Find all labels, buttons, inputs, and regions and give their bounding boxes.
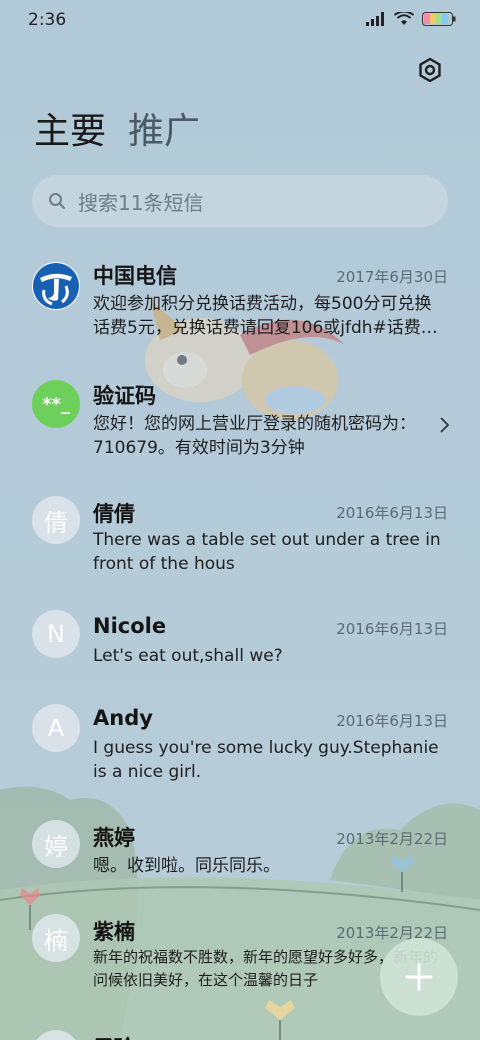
sender-name: Nicole: [93, 614, 167, 638]
avatar: 倩: [32, 496, 80, 544]
message-date: 2016年6月13日: [336, 712, 448, 730]
message-item[interactable]: 子玲: [0, 1024, 480, 1040]
search-placeholder: 搜索11条短信: [78, 190, 204, 215]
search-input[interactable]: 搜索11条短信: [32, 175, 448, 227]
tab-main[interactable]: 主要: [34, 108, 106, 156]
wifi-icon: [394, 12, 414, 25]
avatar: 婷: [32, 820, 80, 868]
message-item[interactable]: **_ 验证码 您好！您的网上营业厅登录的随机密码为：710679。有效时间为3…: [0, 376, 480, 476]
avatar: A: [32, 704, 80, 752]
china-telecom-logo-icon: [33, 263, 79, 309]
message-item[interactable]: 婷 燕婷 2013年2月22日 嗯。收到啦。同乐同乐。: [0, 820, 480, 890]
gear-icon: [419, 57, 441, 83]
tab-promotion[interactable]: 推广: [128, 108, 200, 156]
plus-icon: [405, 963, 433, 991]
message-preview: 欢迎参加积分兑换话费活动，每500分可兑换话费5元，兑换话费请回复106或jfd…: [93, 294, 438, 338]
sender-name: 燕婷: [93, 826, 135, 850]
message-item[interactable]: N Nicole 2016年6月13日 Let's eat out,shall …: [0, 610, 480, 680]
settings-button[interactable]: [414, 54, 446, 86]
avatar: N: [32, 610, 80, 658]
battery-icon: [422, 12, 456, 26]
verification-code-avatar: **_: [32, 380, 80, 428]
sender-name: 紫楠: [93, 920, 135, 944]
message-preview: Let's eat out,shall we?: [93, 646, 283, 666]
new-message-button[interactable]: [380, 938, 458, 1016]
status-time: 2:36: [28, 10, 67, 30]
search-icon: [49, 193, 65, 209]
message-preview: I guess you're some lucky guy.Stephanie …: [93, 738, 439, 782]
sender-name: 倩倩: [93, 502, 135, 526]
status-bar: 2:36: [0, 0, 480, 44]
sender-name: 子玲: [93, 1032, 135, 1040]
message-date: 2016年6月13日: [336, 620, 448, 638]
screen: 2:36 主要 推广 搜索11条短信 中国电信 2017年6月30日 欢迎参加积…: [0, 0, 480, 1040]
message-item[interactable]: A Andy 2016年6月13日 I guess you're some lu…: [0, 704, 480, 794]
sender-name: Andy: [93, 706, 153, 730]
message-preview: 嗯。收到啦。同乐同乐。: [93, 856, 280, 876]
message-preview: There was a table set out under a tree i…: [93, 530, 441, 574]
message-item[interactable]: 倩 倩倩 2016年6月13日 There was a table set ou…: [0, 496, 480, 586]
avatar: [32, 262, 80, 310]
sender-name: 验证码: [93, 384, 156, 408]
message-preview: 您好！您的网上营业厅登录的随机密码为：710679。有效时间为3分钟: [93, 414, 416, 458]
message-date: 2017年6月30日: [336, 268, 448, 286]
avatar: [32, 1030, 80, 1040]
message-item[interactable]: 中国电信 2017年6月30日 欢迎参加积分兑换话费活动，每500分可兑换话费5…: [0, 260, 480, 360]
message-date: 2016年6月13日: [336, 504, 448, 522]
signal-icon: [366, 12, 384, 26]
tab-bar: 主要 推广: [34, 108, 200, 156]
avatar: 楠: [32, 914, 80, 962]
status-icons: [366, 12, 456, 26]
message-date: 2013年2月22日: [336, 830, 448, 848]
sender-name: 中国电信: [93, 264, 177, 288]
